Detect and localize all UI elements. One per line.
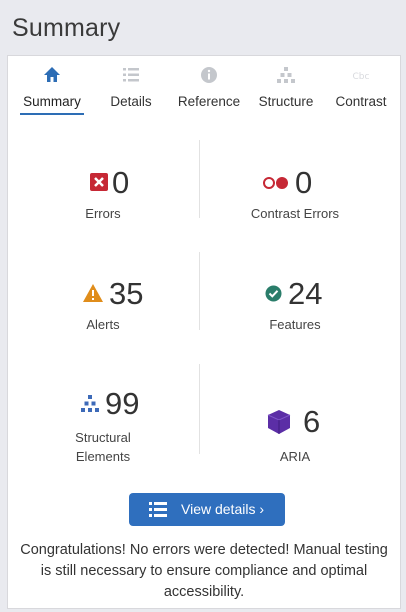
features-label: Features — [269, 317, 321, 332]
errors-label: Errors — [85, 206, 121, 221]
view-details-button[interactable]: View details › — [129, 493, 285, 526]
error-x-icon — [90, 173, 108, 191]
warning-triangle-icon — [83, 284, 103, 302]
structural-count: 99 — [105, 386, 140, 421]
aria-count: 6 — [303, 404, 321, 439]
contrast-errors-count: 0 — [295, 165, 313, 200]
home-icon — [44, 67, 60, 82]
panel-title: Summary — [12, 14, 121, 42]
svg-text:Cbc: Cbc — [353, 72, 370, 82]
check-circle-icon — [265, 285, 282, 302]
tab-structure-label: Structure — [258, 94, 314, 109]
errors-count: 0 — [112, 165, 130, 200]
alerts-count: 35 — [109, 276, 144, 311]
contrast-errors-label: Contrast Errors — [250, 206, 340, 221]
tab-summary-label: Summary — [23, 94, 81, 109]
aria-label: ARIA — [279, 449, 311, 464]
structural-label-line2: Elements — [75, 449, 131, 464]
tab-bar: Summary Details Reference Structure Cbc … — [8, 56, 400, 116]
hierarchy-icon — [81, 395, 99, 412]
stat-aria[interactable]: 6 ARIA — [200, 404, 390, 464]
stat-structural-elements[interactable]: 99 Structural Elements — [8, 386, 198, 466]
summary-message: Congratulations! No errors were detected… — [20, 542, 388, 600]
aria-cube-icon — [267, 410, 291, 434]
tab-contrast[interactable]: Cbc Contrast — [325, 56, 397, 116]
list-icon — [123, 68, 139, 82]
tab-details-label: Details — [110, 94, 152, 109]
stat-features[interactable]: 24 Features — [200, 276, 390, 336]
stat-errors[interactable]: 0 Errors — [8, 165, 198, 225]
tab-reference[interactable]: Reference — [169, 56, 249, 116]
features-count: 24 — [288, 276, 323, 311]
hierarchy-icon — [277, 67, 295, 83]
stat-contrast-errors[interactable]: 0 Contrast Errors — [200, 165, 390, 225]
tab-summary[interactable]: Summary — [12, 56, 92, 116]
alerts-label: Alerts — [86, 317, 120, 332]
tab-reference-label: Reference — [177, 94, 241, 109]
view-details-label: View details › — [181, 501, 265, 517]
stat-alerts[interactable]: 35 Alerts — [8, 276, 198, 336]
tab-structure[interactable]: Structure — [251, 56, 321, 116]
info-icon — [201, 67, 217, 83]
summary-card: Summary Details Reference Structure Cbc … — [7, 55, 401, 609]
wave-sidebar-panel: Summary Summary Details Reference Struct… — [0, 0, 406, 612]
tab-details[interactable]: Details — [96, 56, 166, 116]
list-icon — [149, 502, 167, 517]
contrast-circles-icon — [263, 177, 288, 189]
active-tab-indicator — [20, 113, 84, 115]
contrast-icon: Cbc — [353, 72, 370, 82]
structural-label-line1: Structural — [75, 430, 131, 445]
tab-contrast-label: Contrast — [335, 94, 387, 109]
